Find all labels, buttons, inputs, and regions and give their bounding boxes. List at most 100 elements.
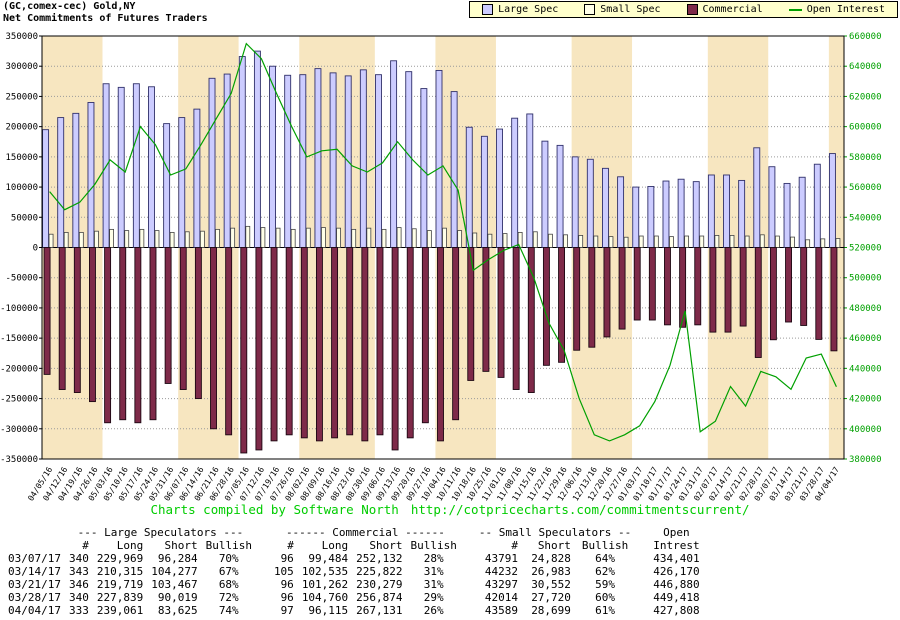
row-date-cell: 03/14/17	[4, 565, 65, 578]
table-cell: 340	[65, 552, 93, 565]
right-axis-label: 580000	[849, 153, 882, 163]
bar-small-spec	[79, 232, 83, 247]
group-header-open-interest: Open	[635, 526, 703, 539]
group-header-commercial: ------ Commercial ------	[256, 526, 461, 539]
bar-large-spec	[557, 145, 563, 247]
table-cell: 97	[256, 604, 298, 617]
column-header: Bullish	[407, 539, 461, 552]
legend-item-small-spec: Small Spec	[584, 4, 660, 15]
bar-large-spec	[678, 179, 684, 247]
bar-small-spec	[276, 228, 280, 247]
left-axis-label: 150000	[5, 153, 38, 163]
bar-commercial	[483, 248, 489, 372]
bar-small-spec	[639, 236, 643, 247]
table-cell: 60%	[575, 591, 635, 604]
left-axis-label: 0	[33, 244, 38, 254]
bar-commercial	[831, 248, 837, 351]
table-cell: 59%	[575, 578, 635, 591]
bar-small-spec	[654, 236, 658, 247]
bar-small-spec	[397, 228, 401, 248]
bar-large-spec	[239, 57, 245, 248]
legend-item-open-interest: Open Interest	[789, 4, 885, 15]
table-cell: 229,969	[93, 552, 147, 565]
bar-small-spec	[170, 232, 174, 247]
bar-commercial	[574, 248, 580, 351]
legend-label-commercial: Commercial	[703, 4, 763, 15]
credit-link[interactable]: http://cotpricecharts.com/commitmentscur…	[411, 502, 750, 517]
bar-small-spec	[669, 237, 673, 248]
column-header: Short	[147, 539, 201, 552]
bar-large-spec	[88, 102, 94, 247]
bar-small-spec	[125, 231, 129, 248]
table-cell: 104,277	[147, 565, 201, 578]
left-axis-label: -250000	[0, 395, 38, 405]
bar-small-spec	[110, 229, 114, 247]
bar-commercial	[44, 248, 50, 375]
table-cell: 446,880	[635, 578, 703, 591]
bar-commercial	[604, 248, 610, 337]
table-cell: 96	[256, 591, 298, 604]
table-cell: 26%	[407, 604, 461, 617]
bar-commercial	[211, 248, 217, 429]
bar-commercial	[619, 248, 625, 330]
bar-large-spec	[209, 78, 215, 247]
cot-chart-page: (GC,comex-cec) Gold,NY Net Commitments o…	[0, 0, 900, 620]
bar-large-spec	[587, 159, 593, 247]
table-cell: 96,115	[298, 604, 352, 617]
table-cell: 103,467	[147, 578, 201, 591]
bar-small-spec	[775, 236, 779, 247]
bar-small-spec	[367, 228, 371, 247]
table-cell: 61%	[575, 604, 635, 617]
left-axis-label: 50000	[11, 213, 38, 223]
legend-label-small-spec: Small Spec	[600, 4, 660, 15]
bar-small-spec	[836, 239, 840, 248]
left-axis-label: 200000	[5, 123, 38, 133]
bar-large-spec	[179, 118, 185, 248]
column-header: Long	[93, 539, 147, 552]
bar-commercial	[316, 248, 322, 441]
bar-small-spec	[458, 231, 462, 248]
table-cell: 434,401	[635, 552, 703, 565]
table-cell: 267,131	[352, 604, 406, 617]
legend: Large Spec Small Spec Commercial Open In…	[469, 1, 898, 18]
row-date-cell: 04/04/17	[4, 604, 65, 617]
table-cell: 427,808	[635, 604, 703, 617]
table-cell: 96	[256, 578, 298, 591]
bar-large-spec	[512, 118, 518, 247]
table-cell: 90,019	[147, 591, 201, 604]
column-header: Intrest	[635, 539, 703, 552]
left-axis-label: -300000	[0, 425, 38, 435]
table-row: 03/21/17346219,719103,46768%96101,262230…	[4, 578, 704, 591]
bar-commercial	[407, 248, 413, 438]
table-cell: 210,315	[93, 565, 147, 578]
bar-large-spec	[754, 148, 760, 248]
bar-large-spec	[43, 130, 49, 248]
bar-commercial	[695, 248, 701, 325]
open-interest-line-swatch-icon	[789, 9, 802, 11]
left-axis-label: -350000	[0, 455, 38, 465]
table-cell: 31%	[407, 578, 461, 591]
right-axis-label: 620000	[849, 92, 882, 102]
credit-line: Charts compiled by Software Northhttp://…	[0, 502, 900, 517]
bar-small-spec	[352, 229, 356, 247]
legend-item-large-spec: Large Spec	[482, 4, 558, 15]
bar-commercial	[438, 248, 444, 441]
table-cell: 104,760	[298, 591, 352, 604]
table-column-header-row: #LongShortBullish#LongShortBullish#Short…	[4, 539, 704, 552]
bar-large-spec	[300, 75, 306, 248]
right-axis-label: 420000	[849, 395, 882, 405]
table-cell: 343	[65, 565, 93, 578]
bar-large-spec	[375, 75, 381, 248]
bar-commercial	[89, 248, 95, 402]
table-row: 03/28/17340227,83990,01972%96104,760256,…	[4, 591, 704, 604]
right-axis-label: 540000	[849, 213, 882, 223]
left-axis-label: -50000	[5, 274, 38, 284]
row-date-cell: 03/21/17	[4, 578, 65, 591]
bar-large-spec	[194, 109, 200, 247]
bar-small-spec	[246, 226, 250, 247]
table-cell: 227,839	[93, 591, 147, 604]
bar-commercial	[649, 248, 655, 321]
left-axis-label: 100000	[5, 183, 38, 193]
bar-commercial	[271, 248, 277, 441]
bar-large-spec	[481, 136, 487, 247]
